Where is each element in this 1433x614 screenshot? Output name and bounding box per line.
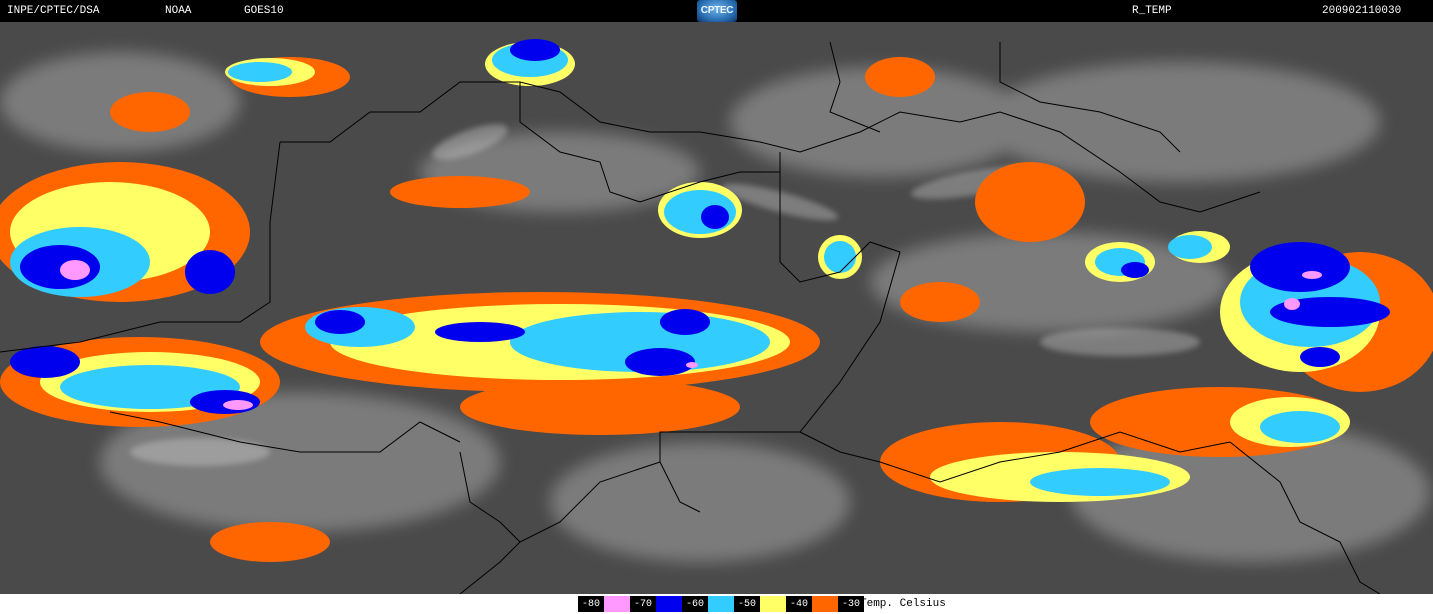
legend-label-minus70: -70 <box>630 596 656 612</box>
product-label: R_TEMP <box>1132 5 1172 17</box>
legend-unit-label: Temp. Celsius <box>860 598 946 610</box>
logo-text: CPTEC <box>700 5 734 16</box>
cptec-logo: CPTEC <box>697 0 737 22</box>
satellite-image-canvas <box>0 22 1433 594</box>
legend-label-minus80: -80 <box>578 596 604 612</box>
legend-label-minus40: -40 <box>786 596 812 612</box>
legend-swatch-minus40 <box>812 596 838 612</box>
legend-label-minus50: -50 <box>734 596 760 612</box>
legend-swatch-minus60 <box>708 596 734 612</box>
legend-swatch-minus80 <box>604 596 630 612</box>
legend-swatch-minus70 <box>656 596 682 612</box>
satellite-image <box>0 22 1433 594</box>
timestamp-label: 200902110030 <box>1322 5 1402 17</box>
institution-label: INPE/CPTEC/DSA <box>7 5 100 17</box>
legend-bar: -80 -70 -60 -50 -40 -30 Temp. Celsius <box>0 594 1433 614</box>
satellite-label: GOES10 <box>244 5 284 17</box>
temperature-scale: -80 -70 -60 -50 -40 -30 <box>578 596 864 612</box>
agency-label: NOAA <box>165 5 192 17</box>
legend-label-minus60: -60 <box>682 596 708 612</box>
legend-swatch-minus50 <box>760 596 786 612</box>
header-bar: INPE/CPTEC/DSA NOAA GOES10 CPTEC R_TEMP … <box>0 0 1433 22</box>
